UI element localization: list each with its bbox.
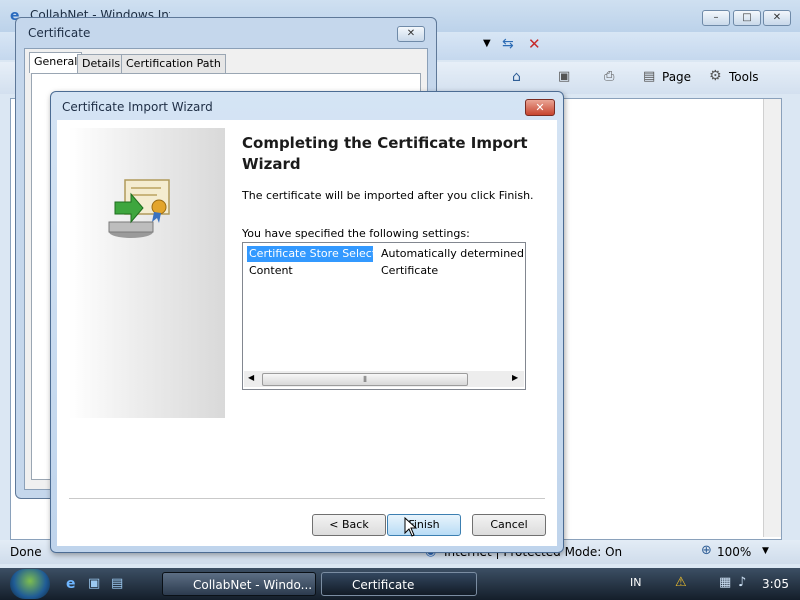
wizard-title: Certificate Import Wizard [62,100,213,114]
stop-icon[interactable]: ✕ [528,35,541,53]
volume-muted-icon[interactable]: ♪ [738,575,746,590]
page-menu[interactable]: Page [662,70,691,84]
print-icon[interactable]: ⎙ [604,69,614,84]
scroll-right-icon[interactable]: ▶ [512,373,518,382]
certificate-dialog-title: Certificate [28,26,91,40]
settings-row[interactable]: Content Certificate [247,263,529,279]
refresh-icon[interactable]: ⇆ [502,36,514,52]
taskbar-item[interactable]: Certificate [321,572,477,596]
wizard-description: The certificate will be imported after y… [242,189,534,202]
status-text: Done [10,545,42,559]
tab-certification-path[interactable]: Certification Path [121,54,226,73]
wizard-divider [69,498,545,499]
gear-icon: ⚙ [709,68,722,84]
taskbar-item[interactable]: CollabNet - Windo... [162,572,316,596]
zoom-level[interactable]: 100% [717,545,751,559]
clock[interactable]: 3:05 [762,577,789,591]
security-alert-icon[interactable]: ⚠ [675,575,687,590]
switch-windows-icon[interactable]: ▤ [111,576,123,591]
settings-key: Content [249,264,293,277]
mouse-cursor-icon [404,517,418,537]
settings-row[interactable]: Certificate Store Selected Automatically… [247,246,529,262]
zoom-icon: ⊕ [701,543,712,558]
feeds-icon[interactable]: ▣ [558,69,570,84]
settings-key: Certificate Store Selected [247,246,373,262]
settings-value: Automatically determined by the wizard [381,247,527,260]
finish-button[interactable]: Finish [387,514,461,536]
wizard-heading: Completing the Certificate Import Wizard [242,134,528,173]
start-button[interactable] [10,569,50,599]
scroll-left-icon[interactable]: ◀ [248,373,254,382]
language-indicator[interactable]: IN [630,576,641,589]
settings-value: Certificate [381,264,439,277]
close-button[interactable]: ✕ [763,10,791,26]
home-icon[interactable]: ⌂ [512,69,521,85]
tab-details[interactable]: Details [77,54,126,73]
content-scrollbar[interactable] [763,99,781,537]
certificate-import-wizard: Certificate Import Wizard ✕ Completing t… [50,91,564,553]
ie-quicklaunch-icon[interactable]: e [66,576,76,592]
page-icon: ▤ [643,69,656,84]
wizard-client-area: Completing the Certificate Import Wizard… [57,120,557,546]
certificate-import-icon [108,179,170,238]
scroll-thumb[interactable]: ⦀ [262,373,468,386]
address-dropdown-icon[interactable]: ▼ [483,38,491,49]
minimize-button[interactable]: – [702,10,730,26]
tools-menu[interactable]: Tools [729,70,759,84]
tab-general[interactable]: General [29,52,83,73]
maximize-button[interactable]: □ [733,10,761,26]
network-icon[interactable]: ▦ [719,575,731,590]
settings-label: You have specified the following setting… [242,227,470,240]
settings-list[interactable]: Certificate Store Selected Automatically… [242,242,529,390]
wizard-close-button[interactable]: ✕ [525,99,555,116]
back-button[interactable]: < Back [312,514,386,536]
certificate-close-button[interactable]: ✕ [397,26,425,42]
wizard-side-panel [69,128,225,418]
horizontal-scrollbar[interactable]: ◀ ⦀ ▶ [244,371,524,387]
zoom-dropdown-icon[interactable]: ▼ [762,546,769,556]
cancel-button[interactable]: Cancel [472,514,546,536]
show-desktop-icon[interactable]: ▣ [88,576,100,591]
